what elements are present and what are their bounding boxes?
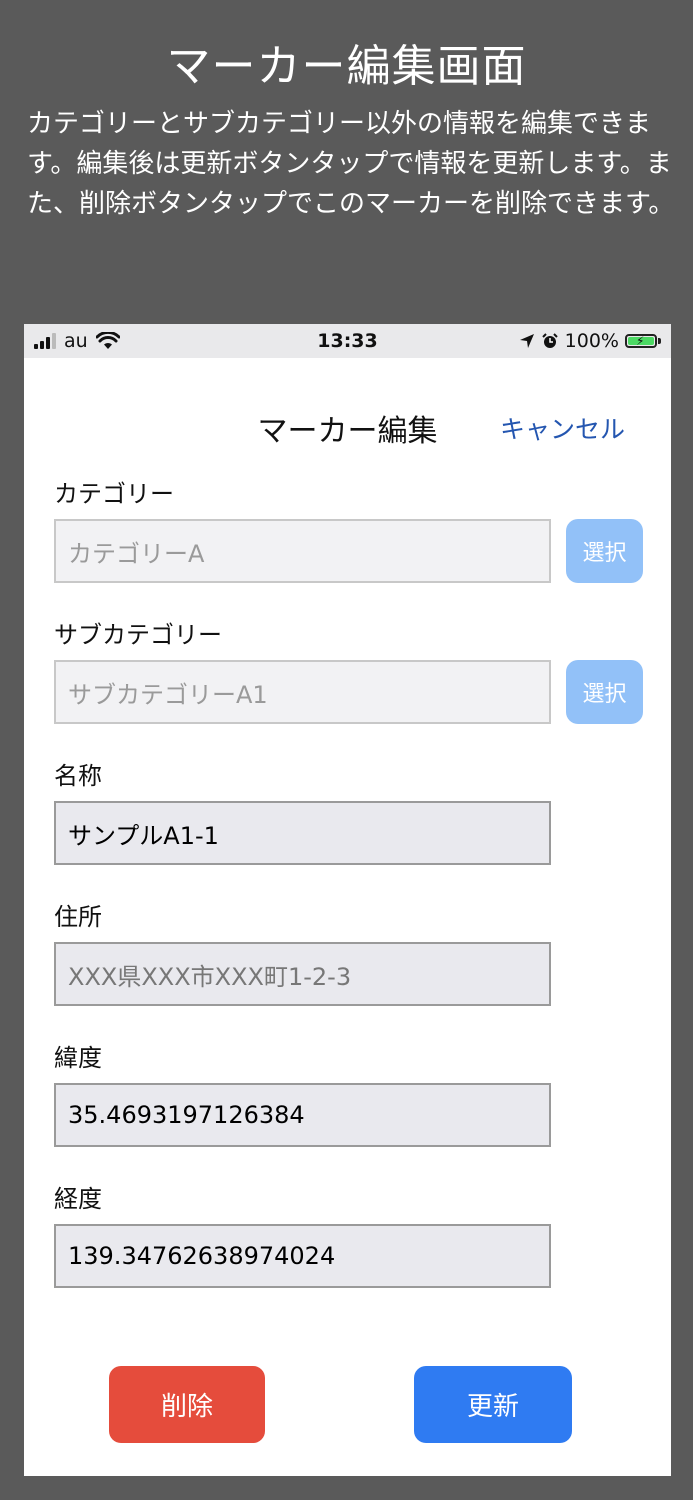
page-description: カテゴリーとサブカテゴリー以外の情報を編集できます。編集後は更新ボタンタップで情…	[27, 109, 675, 219]
subcategory-select-button[interactable]: 選択	[566, 660, 643, 724]
alarm-icon	[541, 333, 558, 348]
delete-button[interactable]: 削除	[109, 1366, 265, 1443]
cancel-button[interactable]: キャンセル	[500, 410, 625, 446]
location-arrow-icon	[519, 334, 534, 348]
status-bar: au 13:33 100% ⚡	[24, 324, 671, 358]
phone-screen: au 13:33 100% ⚡ マーカー編集 キャンセル カテゴリー カテゴリー…	[24, 324, 671, 1476]
category-select-button[interactable]: 選択	[566, 519, 643, 583]
page-title: マーカー編集画面	[166, 41, 527, 92]
update-button[interactable]: 更新	[414, 1366, 572, 1443]
name-label: 名称	[54, 762, 102, 790]
latitude-input[interactable]: 35.4693197126384	[54, 1083, 551, 1147]
address-label: 住所	[54, 903, 102, 931]
battery-percent: 100%	[564, 330, 619, 352]
category-field: カテゴリーA	[54, 519, 551, 583]
address-input[interactable]: XXX県XXX市XXX町1-2-3	[54, 942, 551, 1006]
category-label: カテゴリー	[54, 480, 174, 508]
longitude-input[interactable]: 139.34762638974024	[54, 1224, 551, 1288]
subcategory-field: サブカテゴリーA1	[54, 660, 551, 724]
battery-icon: ⚡	[625, 334, 657, 348]
name-input[interactable]: サンプルA1-1	[54, 801, 551, 865]
latitude-label: 緯度	[54, 1044, 102, 1072]
longitude-label: 経度	[54, 1185, 102, 1213]
subcategory-label: サブカテゴリー	[54, 621, 222, 649]
